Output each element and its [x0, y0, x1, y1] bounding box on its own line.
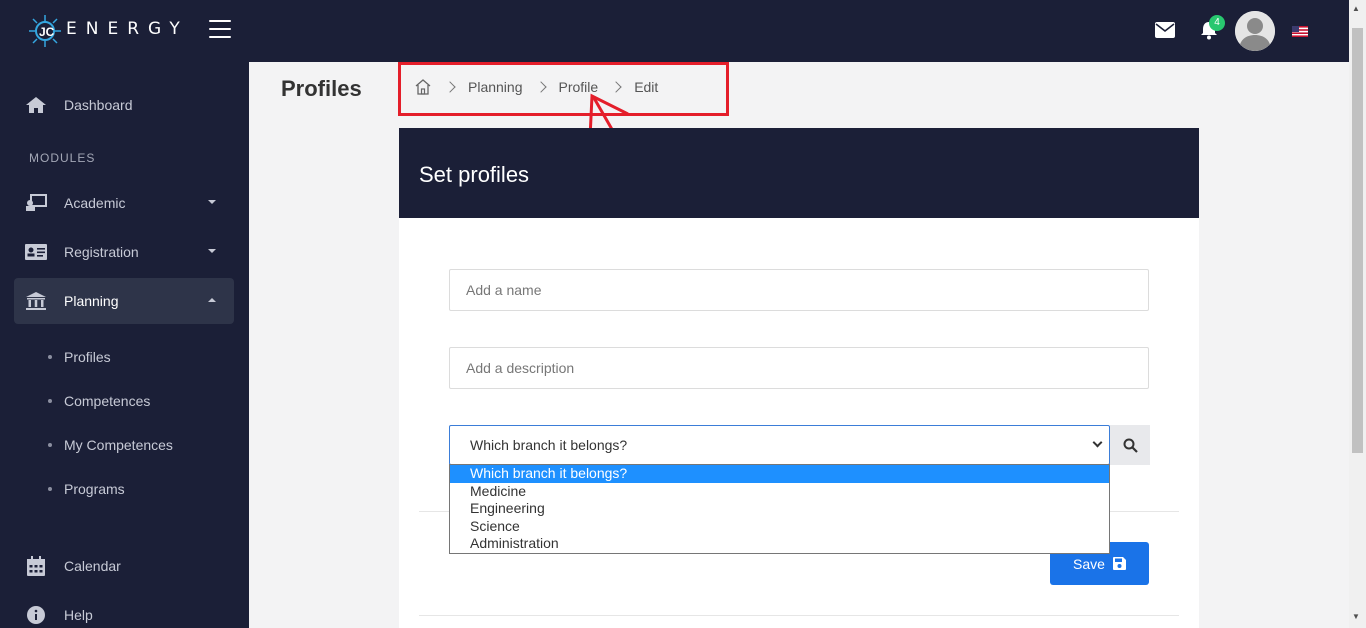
bullet-icon	[48, 355, 52, 359]
top-navbar: JC ENERGY 4	[0, 0, 1349, 62]
sidebar-subitem-my-competences[interactable]: My Competences	[48, 437, 173, 453]
scroll-down-arrow-icon[interactable]: ▼	[1352, 612, 1360, 621]
sidebar-item-help[interactable]: Help	[14, 592, 234, 628]
sidebar-item-planning[interactable]: Planning	[14, 278, 234, 324]
subitem-label: Programs	[64, 481, 125, 497]
sidebar-item-calendar[interactable]: Calendar	[14, 543, 234, 589]
modules-heading: MODULES	[29, 151, 96, 165]
sidebar-subitem-competences[interactable]: Competences	[48, 393, 150, 409]
card-title: Set profiles	[399, 128, 1199, 218]
sidebar-item-label: Registration	[64, 244, 139, 260]
sidebar-item-dashboard[interactable]: Dashboard	[14, 82, 234, 128]
chevron-down-icon	[208, 249, 216, 253]
option-administration[interactable]: Administration	[450, 535, 1109, 553]
save-label: Save	[1073, 555, 1105, 572]
academic-icon	[24, 191, 48, 215]
bank-icon	[24, 289, 48, 313]
search-icon	[1123, 438, 1138, 453]
scroll-up-arrow-icon[interactable]: ▲	[1352, 4, 1360, 13]
branch-select-value: Which branch it belongs?	[470, 437, 628, 453]
search-button[interactable]	[1110, 425, 1150, 465]
svg-text:JC: JC	[39, 25, 55, 39]
subitem-label: Profiles	[64, 349, 111, 365]
bullet-icon	[48, 399, 52, 403]
scrollbar-thumb[interactable]	[1352, 28, 1363, 453]
divider	[419, 615, 1179, 616]
menu-icon[interactable]	[209, 20, 231, 38]
sidebar-subitem-programs[interactable]: Programs	[48, 481, 125, 497]
option-engineering[interactable]: Engineering	[450, 500, 1109, 518]
option-science[interactable]: Science	[450, 518, 1109, 536]
subitem-label: My Competences	[64, 437, 173, 453]
home-icon	[24, 93, 48, 117]
sidebar-item-label: Calendar	[64, 558, 121, 574]
us-flag-icon[interactable]	[1292, 26, 1308, 37]
chevron-down-icon	[1092, 437, 1103, 448]
sidebar-item-label: Help	[64, 607, 93, 623]
mail-icon[interactable]	[1155, 22, 1175, 38]
sidebar-item-label: Academic	[64, 195, 126, 211]
name-input[interactable]: Add a name	[449, 269, 1149, 311]
sidebar-item-registration[interactable]: Registration	[14, 229, 234, 275]
option-placeholder[interactable]: Which branch it belongs?	[450, 465, 1109, 483]
bullet-icon	[48, 443, 52, 447]
highlight-annotation-box	[398, 62, 729, 116]
bullet-icon	[48, 487, 52, 491]
avatar[interactable]	[1235, 11, 1275, 51]
sidebar-item-label: Planning	[64, 293, 119, 309]
chevron-up-icon	[208, 298, 216, 302]
description-input[interactable]: Add a description	[449, 347, 1149, 389]
notification-badge: 4	[1209, 15, 1225, 31]
floppy-disk-icon	[1112, 557, 1126, 570]
brand-name: ENERGY	[66, 19, 189, 39]
subitem-label: Competences	[64, 393, 151, 409]
option-medicine[interactable]: Medicine	[450, 483, 1109, 501]
sidebar-item-label: Dashboard	[64, 97, 133, 113]
energy-logo-icon[interactable]: JC	[28, 14, 62, 48]
sidebar-item-academic[interactable]: Academic	[14, 180, 234, 226]
branch-options-list: Which branch it belongs? Medicine Engine…	[449, 464, 1110, 554]
id-card-icon	[24, 240, 48, 264]
chevron-down-icon	[208, 200, 216, 204]
info-icon	[24, 603, 48, 627]
sidebar-subitem-profiles[interactable]: Profiles	[48, 349, 111, 365]
page-title: Profiles	[281, 76, 362, 101]
calendar-icon	[24, 554, 48, 578]
branch-select[interactable]: Which branch it belongs?	[449, 425, 1110, 465]
